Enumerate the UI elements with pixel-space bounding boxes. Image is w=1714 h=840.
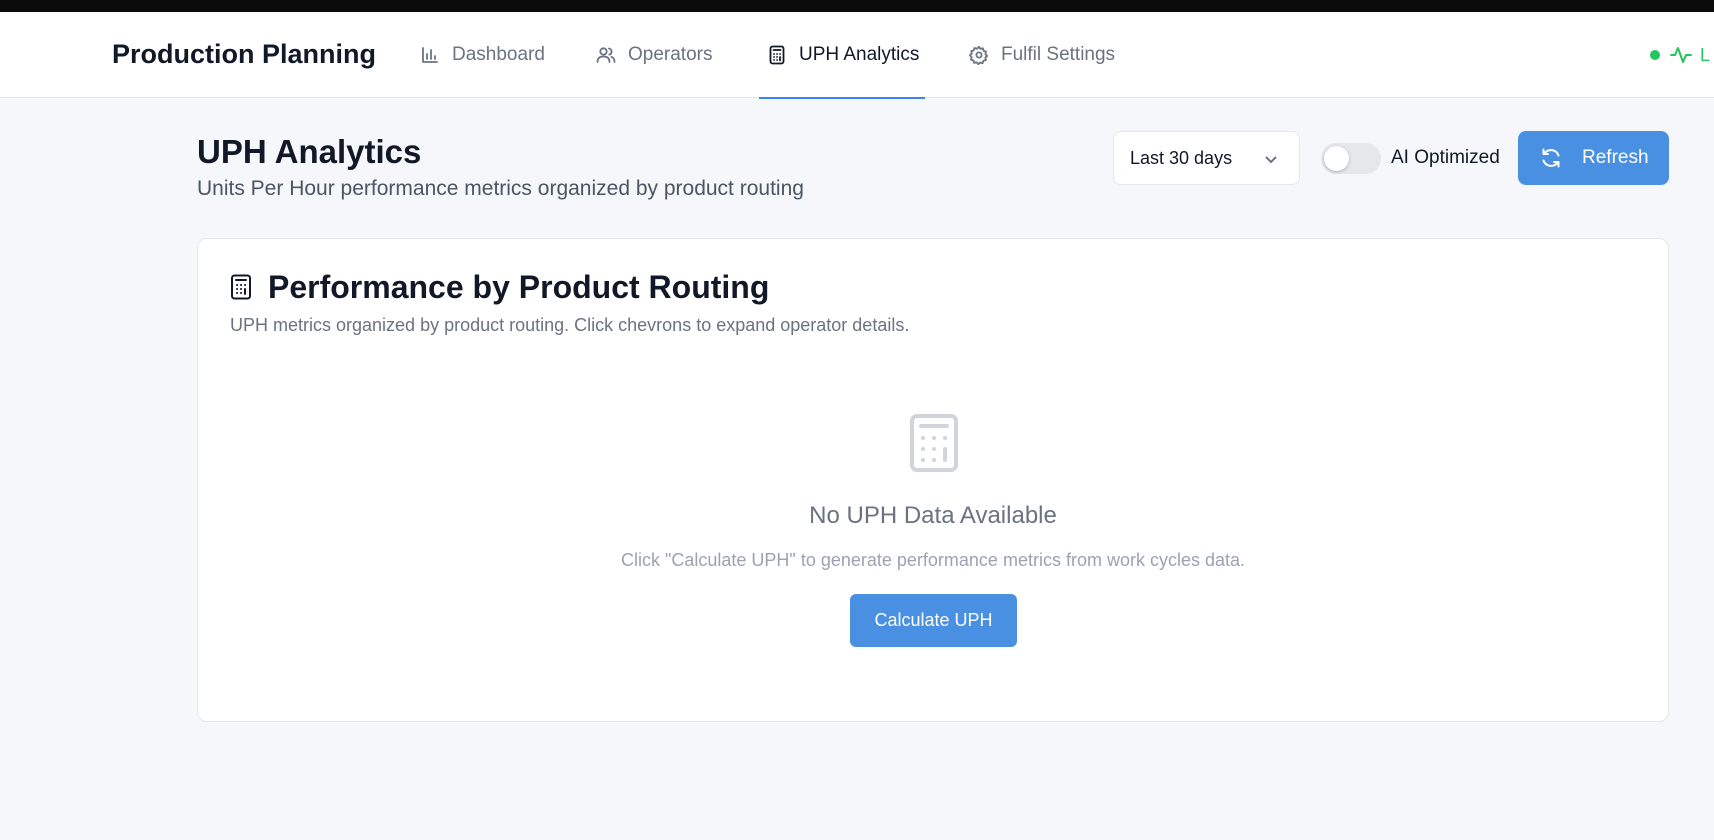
live-status: L — [1650, 12, 1710, 98]
calculate-uph-button[interactable]: Calculate UPH — [850, 594, 1017, 647]
refresh-button[interactable]: Refresh — [1518, 131, 1669, 185]
empty-state-title: No UPH Data Available — [809, 502, 1057, 529]
users-icon — [596, 47, 616, 63]
top-navbar: Production Planning Dashboard Operators … — [0, 12, 1714, 99]
status-label: L — [1700, 44, 1711, 65]
nav-uph-analytics[interactable]: UPH Analytics — [758, 12, 926, 99]
page-title: UPH Analytics — [197, 133, 422, 170]
nav-uph-analytics-label: UPH Analytics — [799, 44, 920, 65]
nav-fulfil-settings[interactable]: Fulfil Settings — [969, 12, 1115, 98]
toggle-knob — [1324, 146, 1349, 171]
activity-icon — [1670, 47, 1692, 63]
nav-operators[interactable]: Operators — [596, 12, 712, 98]
nav-fulfil-settings-label: Fulfil Settings — [1001, 44, 1116, 65]
app-title[interactable]: Production Planning — [112, 39, 376, 70]
calculator-icon — [769, 45, 785, 65]
empty-state-message: Click "Calculate UPH" to generate perfor… — [621, 550, 1245, 570]
routing-performance-card: Performance by Product Routing UPH metri… — [197, 238, 1669, 722]
bar-chart-icon — [422, 47, 438, 63]
date-range-select[interactable]: Last 30 days — [1113, 131, 1300, 185]
refresh-label: Refresh — [1582, 147, 1649, 168]
chevron-down-icon — [1265, 156, 1277, 164]
top-strip — [0, 0, 1714, 12]
nav-dashboard-label: Dashboard — [452, 44, 545, 65]
status-dot — [1650, 50, 1660, 60]
calculator-icon — [910, 414, 958, 472]
page-subtitle: Units Per Hour performance metrics organ… — [197, 177, 804, 200]
calculator-icon — [231, 274, 251, 300]
ai-optimized-label: AI Optimized — [1391, 147, 1500, 168]
refresh-icon — [1542, 148, 1560, 168]
card-title: Performance by Product Routing — [268, 269, 770, 305]
card-description: UPH metrics organized by product routing… — [230, 315, 910, 335]
ai-optimized-toggle[interactable] — [1321, 143, 1381, 174]
date-range-value: Last 30 days — [1130, 147, 1233, 168]
nav-dashboard[interactable]: Dashboard — [420, 12, 545, 98]
gear-icon — [969, 45, 989, 65]
nav-operators-label: Operators — [628, 44, 713, 65]
